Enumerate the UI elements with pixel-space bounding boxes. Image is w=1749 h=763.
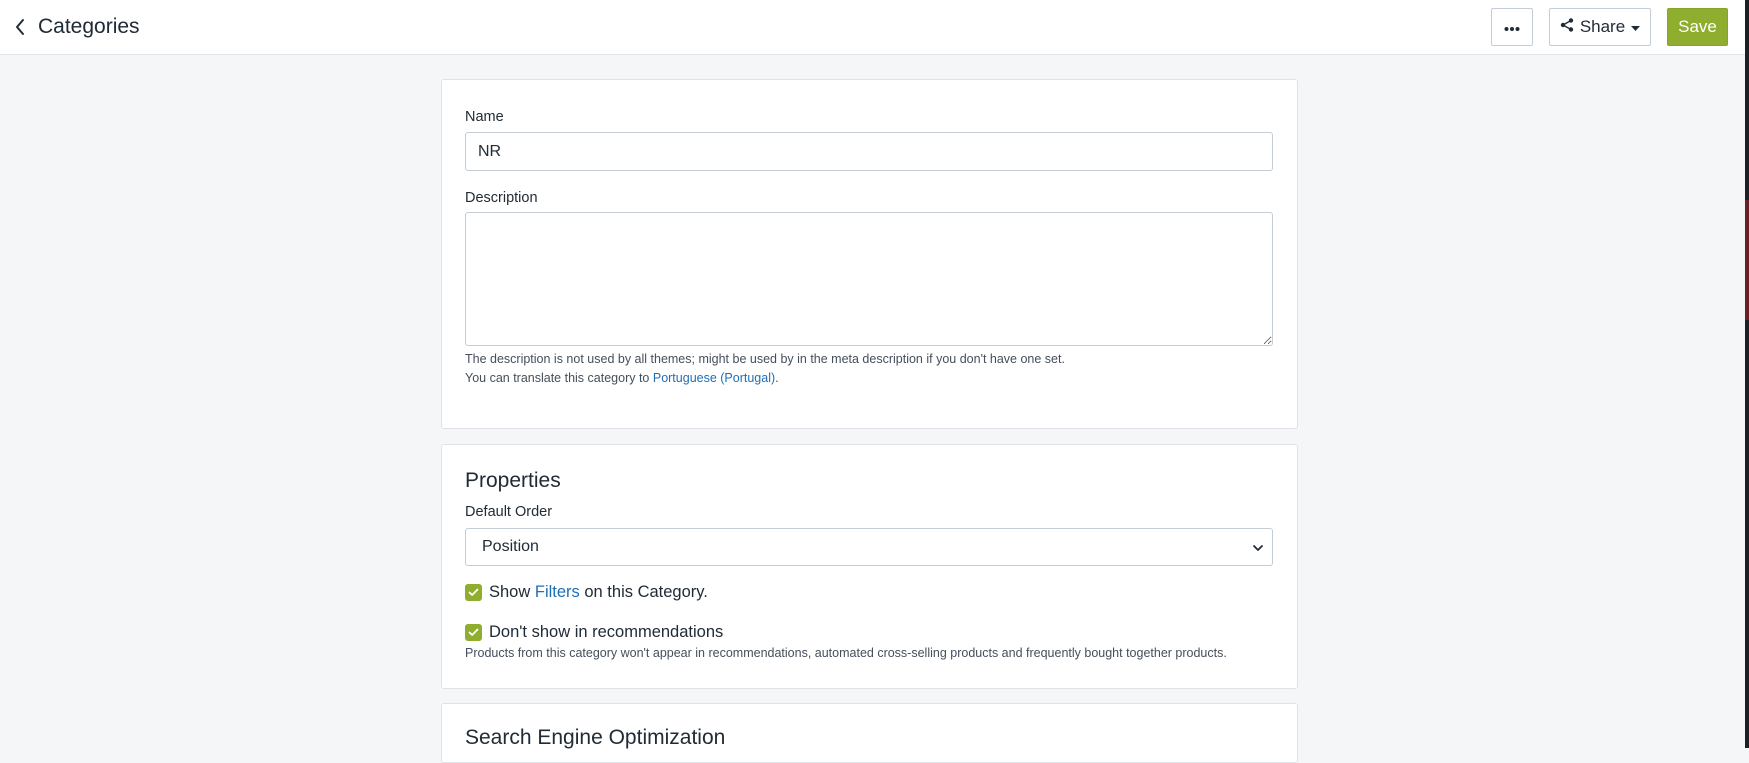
translate-language-link[interactable]: Portuguese (Portugal) bbox=[653, 371, 775, 385]
no-recommend-help: Products from this category won't appear… bbox=[465, 646, 1227, 660]
back-button[interactable]: Categories bbox=[14, 10, 140, 44]
window-edge-accent bbox=[1745, 200, 1749, 320]
default-order-select[interactable]: Position bbox=[465, 528, 1273, 566]
no-recommend-label: Don't show in recommendations bbox=[489, 623, 724, 641]
seo-title: Search Engine Optimization bbox=[465, 726, 726, 749]
window-edge bbox=[1745, 0, 1749, 748]
caret-down-icon bbox=[1631, 17, 1641, 37]
show-filters-prefix: Show bbox=[489, 583, 535, 601]
default-order-label: Default Order bbox=[465, 504, 553, 520]
share-label: Share bbox=[1579, 17, 1626, 36]
default-order-value: Position bbox=[482, 538, 539, 555]
name-input[interactable] bbox=[465, 132, 1273, 171]
save-button[interactable]: Save bbox=[1667, 8, 1728, 46]
more-actions-button[interactable] bbox=[1491, 8, 1533, 46]
checkmark-icon bbox=[468, 623, 479, 642]
no-recommend-row: Don't show in recommendations bbox=[465, 623, 723, 642]
general-card: Name Description The description is not … bbox=[441, 79, 1298, 429]
description-label: Description bbox=[465, 190, 538, 206]
seo-card: Search Engine Optimization bbox=[441, 703, 1298, 763]
translate-prefix: You can translate this category to bbox=[465, 371, 653, 385]
ellipsis-icon bbox=[1504, 17, 1520, 37]
translate-suffix: . bbox=[775, 371, 779, 385]
checkmark-icon bbox=[468, 583, 479, 602]
chevron-down-icon bbox=[1252, 541, 1264, 559]
share-icon bbox=[1560, 17, 1574, 37]
filters-link[interactable]: Filters bbox=[535, 583, 580, 602]
share-button[interactable]: Share bbox=[1549, 8, 1651, 46]
top-bar: Categories Share Save bbox=[0, 0, 1745, 55]
no-recommend-checkbox[interactable] bbox=[465, 624, 482, 641]
show-filters-checkbox[interactable] bbox=[465, 584, 482, 601]
show-filters-suffix: on this Category. bbox=[579, 583, 708, 601]
chevron-left-icon bbox=[14, 18, 26, 36]
description-textarea[interactable] bbox=[465, 212, 1273, 346]
description-help: The description is not used by all theme… bbox=[465, 352, 1065, 366]
properties-card: Properties Default Order Position Show F… bbox=[441, 444, 1298, 689]
show-filters-row: Show Filters on this Category. bbox=[465, 583, 708, 602]
properties-title: Properties bbox=[465, 469, 561, 492]
name-label: Name bbox=[465, 109, 504, 125]
translate-help: You can translate this category to Portu… bbox=[465, 371, 779, 385]
page-title: Categories bbox=[38, 15, 140, 38]
